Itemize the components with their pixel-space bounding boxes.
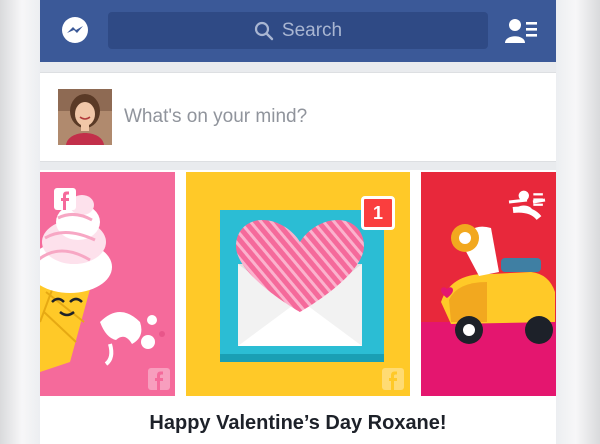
facebook-logo-icon	[148, 368, 170, 390]
card-panel-scooter[interactable]	[421, 172, 556, 396]
facebook-logo-icon	[54, 188, 76, 210]
valentine-card: 1 Happy Valentine’s Day Roxane!	[40, 170, 556, 444]
search-icon	[254, 21, 274, 40]
messenger-icon[interactable]	[60, 16, 90, 46]
search-bar[interactable]: Search	[108, 12, 488, 49]
notification-badge: 1	[361, 196, 395, 230]
phone-frame-right	[556, 0, 600, 444]
card-panel-heart-envelope[interactable]: 1	[186, 172, 410, 396]
friend-requests-icon	[515, 190, 543, 212]
card-caption: Happy Valentine’s Day Roxane!	[149, 412, 447, 434]
card-panel-ice-cream[interactable]	[40, 172, 175, 396]
friend-requests-icon[interactable]	[504, 16, 538, 46]
app-screen: Search What's on your mind? 1 Happy Vale…	[40, 0, 556, 444]
composer-prompt: What's on your mind?	[124, 106, 308, 127]
phone-frame-left	[0, 0, 40, 444]
facebook-logo-icon	[382, 368, 404, 390]
notification-count: 1	[372, 203, 383, 223]
top-navigation-bar: Search	[40, 0, 556, 62]
avatar[interactable]	[58, 89, 112, 145]
status-composer[interactable]: What's on your mind?	[40, 72, 556, 162]
search-placeholder: Search	[281, 19, 343, 41]
